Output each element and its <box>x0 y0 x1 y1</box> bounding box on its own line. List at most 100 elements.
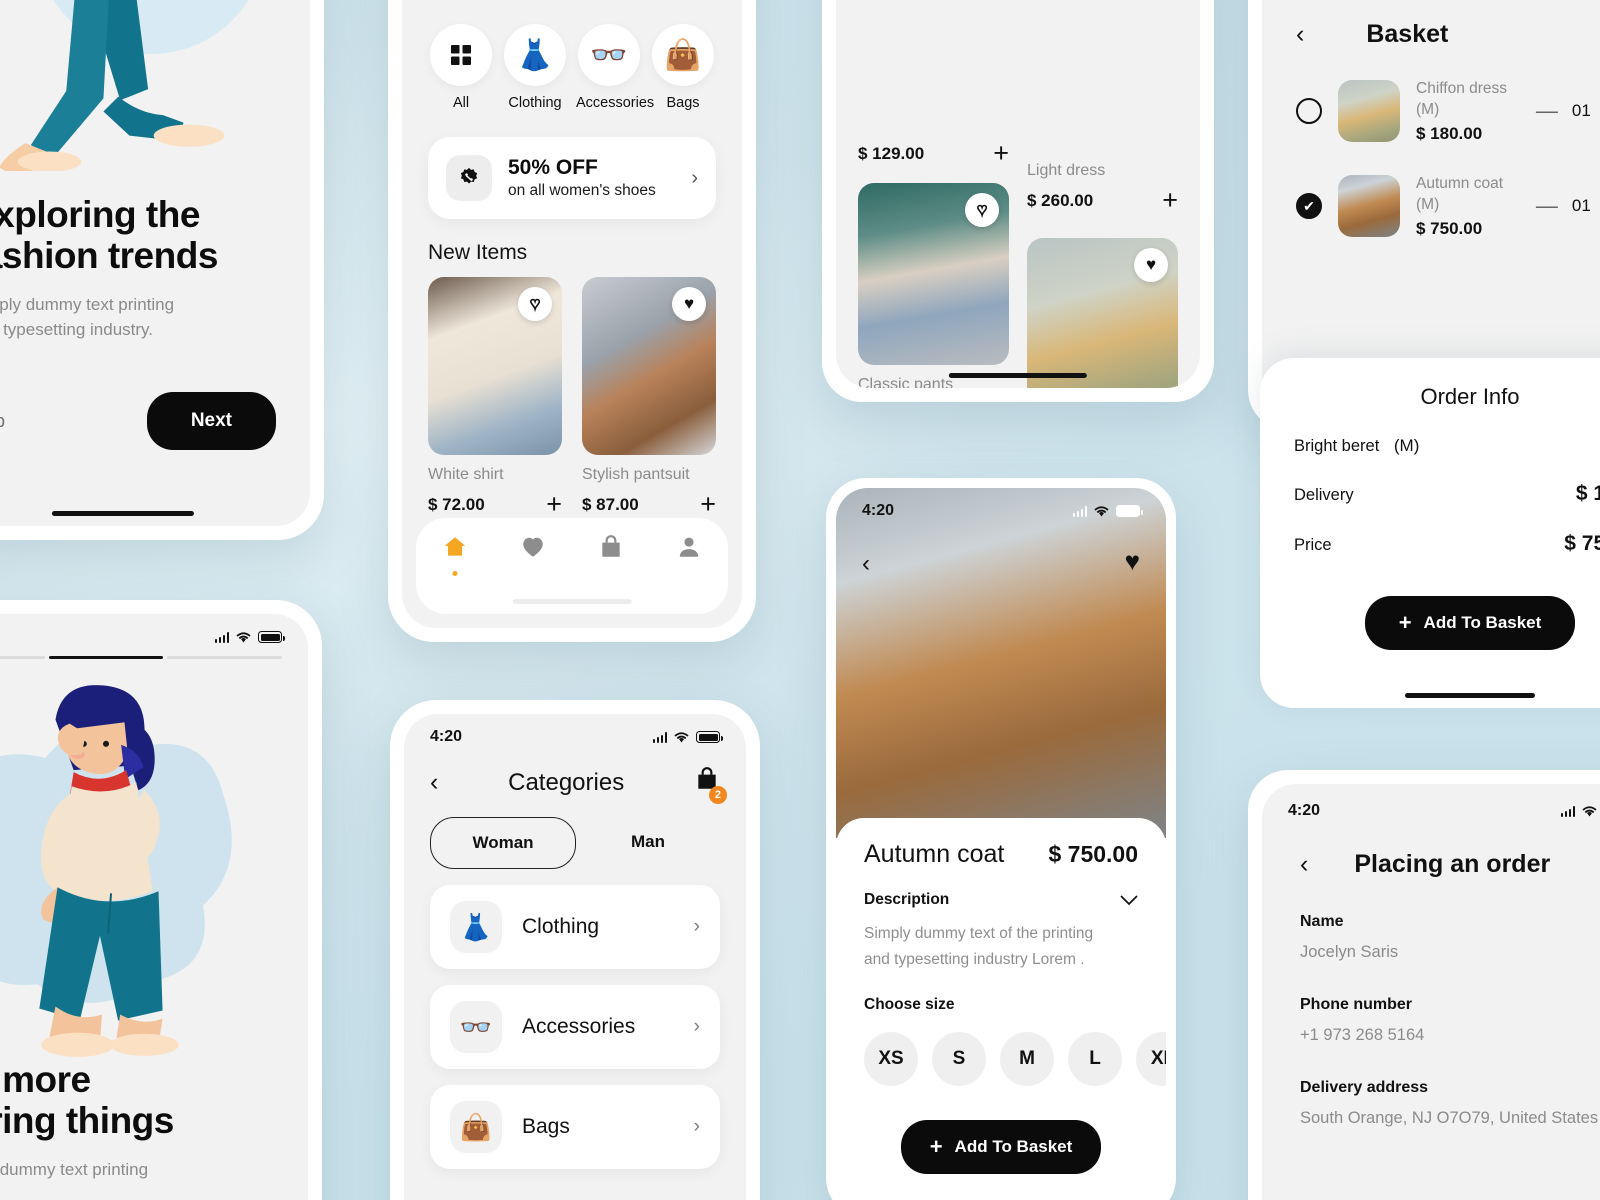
size-option-xs[interactable]: XS <box>864 1031 918 1086</box>
product-image: ♥ <box>428 277 562 455</box>
product-price: $ 260.00 <box>1027 190 1094 210</box>
onboarding-1-illustration <box>0 0 310 194</box>
field-label: Name <box>1300 913 1344 930</box>
home-indicator <box>1405 693 1535 698</box>
add-to-cart-icon[interactable]: + <box>1162 187 1178 214</box>
segment-man[interactable]: Man <box>576 817 720 869</box>
size-option-s[interactable]: S <box>932 1031 986 1086</box>
catalog-item[interactable]: Light dress $ 260.00 + <box>1027 162 1178 214</box>
description-header[interactable]: Description <box>864 891 1138 909</box>
field-value[interactable]: South Orange, NJ O7O79, United States <box>1300 1109 1600 1128</box>
field-label: Phone number <box>1300 996 1413 1013</box>
promo-subline: on all women's shoes <box>508 182 656 199</box>
product-card[interactable]: ♥ Stylish pantsuit $ 87.00 + <box>582 277 716 518</box>
signal-icon <box>652 731 667 743</box>
minus-icon[interactable]: — <box>1536 98 1558 124</box>
back-button[interactable]: ‹ <box>1300 850 1308 879</box>
category-chip-bags[interactable]: 👜 Bags <box>650 24 716 111</box>
item-select-radio-checked[interactable]: ✔ <box>1296 193 1322 220</box>
order-info-label: Delivery <box>1294 486 1354 504</box>
chevron-right-icon: › <box>693 1016 700 1037</box>
favorite-icon[interactable]: ♥ <box>1125 546 1140 577</box>
size-option-m[interactable]: M <box>1000 1031 1054 1086</box>
favorite-icon[interactable]: ♥ <box>518 287 552 321</box>
back-button[interactable]: ‹ <box>1296 20 1304 49</box>
status-time: 4:20 <box>430 728 463 745</box>
category-row-label: Accessories <box>522 1015 636 1038</box>
product-card[interactable]: ♥ White shirt $ 72.00 + <box>428 277 562 518</box>
item-select-radio[interactable] <box>1296 98 1322 125</box>
field-address: Delivery address South Orange, NJ O7O79,… <box>1262 1079 1600 1128</box>
item-info: Autumn coat (M) $ 750.00 <box>1416 174 1520 239</box>
favorite-icon[interactable]: ♥ <box>672 287 706 321</box>
description-line-2: and typesetting industry Lorem . <box>864 951 1085 969</box>
chevron-down-icon[interactable] <box>1120 894 1138 906</box>
catalog-item[interactable]: $ 129.00 + <box>858 140 1009 167</box>
add-to-basket-button[interactable]: + Add To Basket <box>901 1119 1101 1174</box>
add-to-basket-label: Add To Basket <box>1423 613 1542 632</box>
tab-favorites[interactable] <box>520 534 546 567</box>
home-indicator <box>512 599 632 604</box>
bag-button[interactable]: 2 <box>694 766 727 804</box>
favorite-icon[interactable]: ♥ <box>965 193 999 227</box>
label-text: Bright beret <box>1294 437 1380 455</box>
onboarding-1-copy: Exploring the fashion trends Simply dumm… <box>0 194 310 342</box>
size-option-l[interactable]: L <box>1068 1031 1122 1086</box>
back-button[interactable]: ‹ <box>430 768 438 797</box>
tab-profile[interactable] <box>676 534 702 567</box>
onboarding-1-title: Exploring the fashion trends <box>0 194 276 277</box>
catalog-item[interactable]: ♥ Classic pants $ 92.00 + <box>858 183 1009 388</box>
basket-item-row[interactable]: ✔ Autumn coat (M) $ 750.00 — 01 + <box>1262 144 1600 239</box>
promo-text: 50% OFF on all women's shoes <box>508 156 675 200</box>
category-chip-clothing[interactable]: 👗 Clothing <box>502 24 568 111</box>
category-row-bags[interactable]: 👜 Bags › <box>430 1085 720 1169</box>
tab-bag[interactable] <box>598 534 624 567</box>
skip-button[interactable]: Skip <box>0 411 5 432</box>
dress-icon: 👗 <box>504 24 566 86</box>
status-icons <box>652 731 723 744</box>
size-option-xl[interactable]: XL <box>1136 1031 1166 1086</box>
categories-header: ‹ Categories 2 <box>404 750 746 804</box>
product-name: Stylish pantsuit <box>582 466 690 483</box>
add-to-cart-icon[interactable]: + <box>700 491 716 518</box>
add-to-cart-icon[interactable]: + <box>546 491 562 518</box>
page-title: Basket <box>1366 20 1449 48</box>
product-detail-screen: 4:20 ‹ ♥ Autumn coat $ 750.00 Descriptio… <box>826 478 1176 1200</box>
add-to-cart-icon[interactable]: + <box>993 140 1009 167</box>
tab-home[interactable] <box>442 534 468 567</box>
category-chip-all[interactable]: All <box>428 24 494 111</box>
battery-icon <box>696 731 723 743</box>
bottom-tab-bar <box>416 518 728 614</box>
category-row-clothing[interactable]: 👗 Clothing › <box>430 885 720 969</box>
field-name: Name Jocelyn Saris <box>1262 913 1600 962</box>
add-to-basket-button[interactable]: + Add To Basket <box>1365 596 1575 650</box>
favorite-icon[interactable]: ♥ <box>1134 248 1168 282</box>
product-price-row: $ 129.00 + <box>858 140 1009 167</box>
page-title: Placing an order <box>1354 850 1551 878</box>
back-button[interactable]: ‹ <box>862 550 870 578</box>
order-info-title: Order Info <box>1420 384 1520 409</box>
order-info-row: Price $ 750.00 <box>1294 532 1600 556</box>
chevron-right-icon: › <box>693 1116 700 1137</box>
product-name: Light dress <box>1027 162 1106 179</box>
onboarding-2-screen: 4:20 <box>0 614 308 1200</box>
segment-woman[interactable]: Woman <box>430 817 576 869</box>
minus-icon[interactable]: — <box>1536 193 1558 219</box>
category-row-accessories[interactable]: 👓 Accessories › <box>430 985 720 1069</box>
category-chip-accessories[interactable]: 👓 Accessories <box>576 24 654 111</box>
photo-autumn-coat <box>1338 175 1400 238</box>
wifi-icon <box>674 731 689 742</box>
product-image: ♥ <box>1027 238 1178 388</box>
order-info-value: $ 750.00 <box>1564 532 1600 555</box>
battery-icon <box>258 631 285 643</box>
add-to-basket-label: Add To Basket <box>954 1136 1073 1156</box>
glasses-icon: 👓 <box>450 1001 502 1053</box>
chevron-right-icon[interactable]: › <box>691 167 698 190</box>
field-value[interactable]: Jocelyn Saris <box>1300 943 1600 962</box>
field-value[interactable]: +1 973 268 5164 <box>1300 1026 1600 1045</box>
next-button[interactable]: Next <box>146 392 276 451</box>
promo-banner[interactable]: 50% OFF on all women's shoes › <box>428 137 716 219</box>
basket-item-row[interactable]: Chiffon dress (M) $ 180.00 — 01 + <box>1262 49 1600 144</box>
catalog-item[interactable]: ♥ Chiffon dress $ 180.00 + <box>1027 238 1178 388</box>
design-board: Exploring the fashion trends Simply dumm… <box>0 0 1600 1200</box>
